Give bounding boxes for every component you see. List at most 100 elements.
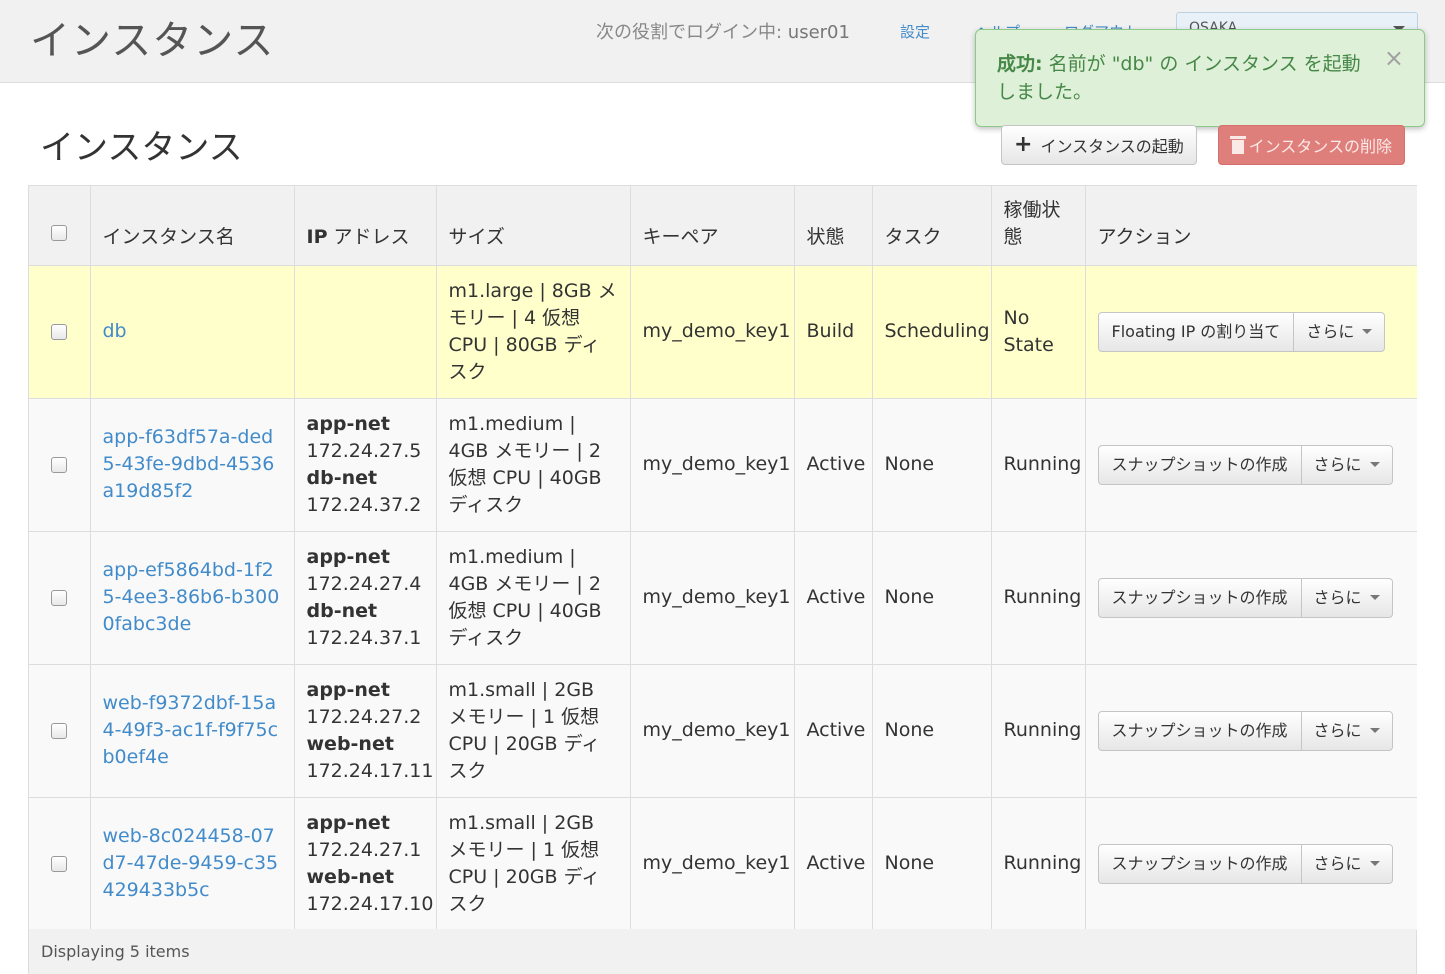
chevron-down-icon — [1369, 595, 1380, 600]
size-cell: m1.large | 8GB メモリー | 4 仮想 CPU | 80GB ディ… — [436, 265, 631, 399]
header-keypair[interactable]: キーペア — [630, 186, 795, 266]
task-cell: None — [872, 664, 992, 798]
chevron-down-icon — [1362, 329, 1373, 334]
network-name: web-net — [306, 865, 394, 888]
select-all-checkbox[interactable] — [51, 225, 68, 241]
launch-instance-label: インスタンスの起動 — [1040, 137, 1184, 156]
trash-icon — [1230, 136, 1246, 154]
keypair-cell: my_demo_key1 — [630, 664, 795, 798]
more-actions-dropdown[interactable]: さらに — [1294, 313, 1384, 351]
instance-name-link[interactable]: web-f9372dbf-15a4-49f3-ac1f-f9f75cb0ef4e — [103, 692, 279, 768]
actions-cell: スナップショットの作成 さらに — [1085, 664, 1417, 798]
size-cell: m1.small | 2GB メモリー | 1 仮想 CPU | 20GB ディ… — [436, 664, 631, 798]
chevron-down-icon — [1369, 861, 1380, 866]
network-name: app-net — [306, 678, 390, 701]
ip-address: 172.24.17.10 — [306, 892, 434, 915]
login-status: 次の役割でログイン中: user01 — [596, 18, 850, 44]
status-cell: Build — [794, 265, 873, 399]
action-button-group: Floating IP の割り当て さらに — [1097, 311, 1386, 352]
task-cell: Scheduling — [872, 265, 992, 399]
more-actions-dropdown[interactable]: さらに — [1302, 845, 1392, 883]
ip-address: 172.24.27.1 — [306, 838, 422, 861]
header-power-state[interactable]: 稼働状態 — [991, 186, 1086, 266]
task-cell: None — [872, 531, 992, 665]
power-state-cell: Running — [991, 797, 1086, 931]
settings-link[interactable]: 設定 — [900, 21, 930, 42]
actions-cell: スナップショットの作成 さらに — [1085, 398, 1417, 532]
size-cell: m1.medium | 4GB メモリー | 2 仮想 CPU | 40GB デ… — [436, 531, 631, 665]
network-name: web-net — [306, 732, 394, 755]
instance-name-cell: web-f9372dbf-15a4-49f3-ac1f-f9f75cb0ef4e — [90, 664, 295, 798]
instance-name-cell: app-f63df57a-ded5-43fe-9dbd-4536a19d85f2 — [90, 398, 295, 532]
row-action-button[interactable]: スナップショットの作成 — [1099, 711, 1302, 750]
more-actions-dropdown[interactable]: さらに — [1302, 712, 1392, 750]
login-status-prefix: 次の役割でログイン中: — [596, 22, 788, 43]
alert-strong: 成功: — [997, 53, 1043, 75]
more-actions-label: さらに — [1313, 455, 1362, 474]
instance-name-link[interactable]: app-ef5864bd-1f25-4ee3-86b6-b3000fabc3de — [103, 559, 280, 635]
task-cell: None — [872, 797, 992, 931]
action-button-group: スナップショットの作成 さらに — [1097, 577, 1393, 618]
ip-address: 172.24.27.4 — [306, 572, 422, 595]
brand-title: インスタンス — [30, 18, 275, 64]
more-actions-label: さらに — [1313, 854, 1362, 873]
ip-cell: app-net 172.24.27.1 web-net 172.24.17.10 — [294, 797, 437, 931]
table-row: app-f63df57a-ded5-43fe-9dbd-4536a19d85f2… — [29, 398, 1417, 532]
action-button-group: スナップショットの作成 さらに — [1097, 710, 1393, 751]
network-name: db-net — [306, 466, 378, 489]
power-state-cell: Running — [991, 531, 1086, 665]
row-checkbox[interactable] — [51, 323, 68, 340]
action-button-group: スナップショットの作成 さらに — [1097, 444, 1393, 485]
header-actions: アクション — [1085, 186, 1417, 266]
close-icon[interactable]: × — [1384, 46, 1404, 70]
delete-instances-label: インスタンスの削除 — [1248, 137, 1392, 156]
select-cell — [29, 664, 91, 798]
row-action-button[interactable]: スナップショットの作成 — [1099, 844, 1302, 883]
network-name: app-net — [306, 811, 390, 834]
row-action-button[interactable]: スナップショットの作成 — [1099, 445, 1302, 484]
ip-address: 172.24.27.2 — [306, 705, 422, 728]
select-cell — [29, 797, 91, 931]
launch-instance-button[interactable]: + インスタンスの起動 — [1001, 125, 1197, 165]
select-all-cell — [29, 186, 91, 266]
status-cell: Active — [794, 398, 873, 532]
instances-table: インスタンス名 IP アドレス サイズ キーペア 状態 タスク 稼働状態 アクシ… — [28, 185, 1417, 974]
more-actions-dropdown[interactable]: さらに — [1302, 579, 1392, 617]
actions-cell: スナップショットの作成 さらに — [1085, 797, 1417, 931]
ip-cell: app-net 172.24.27.2 web-net 172.24.17.11 — [294, 664, 437, 798]
more-actions-label: さらに — [1313, 588, 1362, 607]
header-name[interactable]: インスタンス名 — [90, 186, 295, 266]
status-cell: Active — [794, 664, 873, 798]
row-checkbox[interactable] — [51, 855, 68, 872]
header-status[interactable]: 状態 — [794, 186, 873, 266]
header-task[interactable]: タスク — [872, 186, 992, 266]
network-name: app-net — [306, 545, 390, 568]
plus-icon: + — [1014, 132, 1033, 157]
keypair-cell: my_demo_key1 — [630, 398, 795, 532]
select-cell — [29, 531, 91, 665]
status-cell: Active — [794, 797, 873, 931]
row-action-button[interactable]: Floating IP の割り当て — [1099, 312, 1295, 351]
row-checkbox[interactable] — [51, 722, 68, 739]
header-ip[interactable]: IP アドレス — [294, 186, 437, 266]
instance-name-link[interactable]: app-f63df57a-ded5-43fe-9dbd-4536a19d85f2 — [103, 426, 275, 502]
row-action-button[interactable]: スナップショットの作成 — [1099, 578, 1302, 617]
chevron-down-icon — [1369, 462, 1380, 467]
select-cell — [29, 265, 91, 399]
power-state-cell: Running — [991, 664, 1086, 798]
keypair-cell: my_demo_key1 — [630, 265, 795, 399]
instance-name-cell: web-8c024458-07d7-47de-9459-c35429433b5c — [90, 797, 295, 931]
delete-instances-button[interactable]: インスタンスの削除 — [1218, 125, 1405, 165]
row-checkbox[interactable] — [51, 589, 68, 606]
instance-name-link[interactable]: web-8c024458-07d7-47de-9459-c35429433b5c — [103, 825, 279, 901]
network-name: db-net — [306, 599, 378, 622]
power-state-cell: No State — [991, 265, 1086, 399]
instance-name-cell: db — [90, 265, 295, 399]
table-header-row: インスタンス名 IP アドレス サイズ キーペア 状態 タスク 稼働状態 アクシ… — [29, 186, 1417, 266]
instance-name-link[interactable]: db — [103, 320, 127, 342]
more-actions-dropdown[interactable]: さらに — [1302, 446, 1392, 484]
header-size[interactable]: サイズ — [436, 186, 631, 266]
row-checkbox[interactable] — [51, 456, 68, 473]
task-cell: None — [872, 398, 992, 532]
ip-cell — [294, 265, 437, 399]
